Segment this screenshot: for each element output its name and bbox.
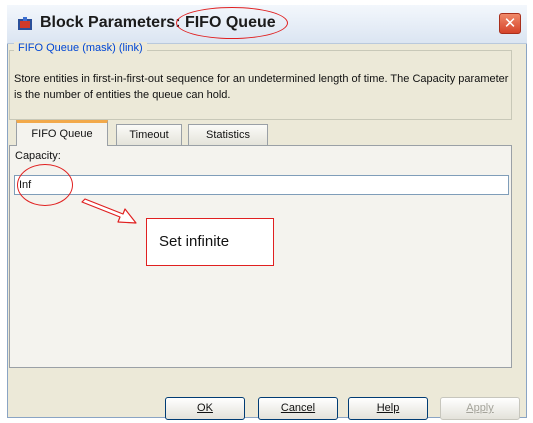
tab-fifo-queue[interactable]: FIFO Queue [16,120,108,146]
annotation-callout: Set infinite [146,218,274,266]
title-bar[interactable]: Block Parameters: FIFO Queue ✕ [7,5,527,44]
apply-button-label: Apply [466,402,494,414]
close-button[interactable]: ✕ [499,13,521,34]
capacity-label: Capacity: [15,150,61,162]
ok-button-label: OK [197,402,213,414]
simulink-block-icon [18,17,32,30]
mask-description: Store entities in first-in-first-out seq… [14,73,509,101]
tab-timeout[interactable]: Timeout [116,124,182,145]
annotation-circle-title [176,7,288,39]
annotation-arrow-icon [81,198,137,224]
tab-statistics[interactable]: Statistics [188,124,268,145]
cancel-button-label: Cancel [280,402,316,414]
cancel-button[interactable]: Cancel [258,397,338,420]
ok-button[interactable]: OK [165,397,245,420]
help-button[interactable]: Help [348,397,428,420]
mask-group-title: FIFO Queue (mask) (link) [14,42,147,54]
help-button-label: Help [376,402,400,414]
apply-button: Apply [440,397,520,420]
capacity-input[interactable] [14,175,509,195]
